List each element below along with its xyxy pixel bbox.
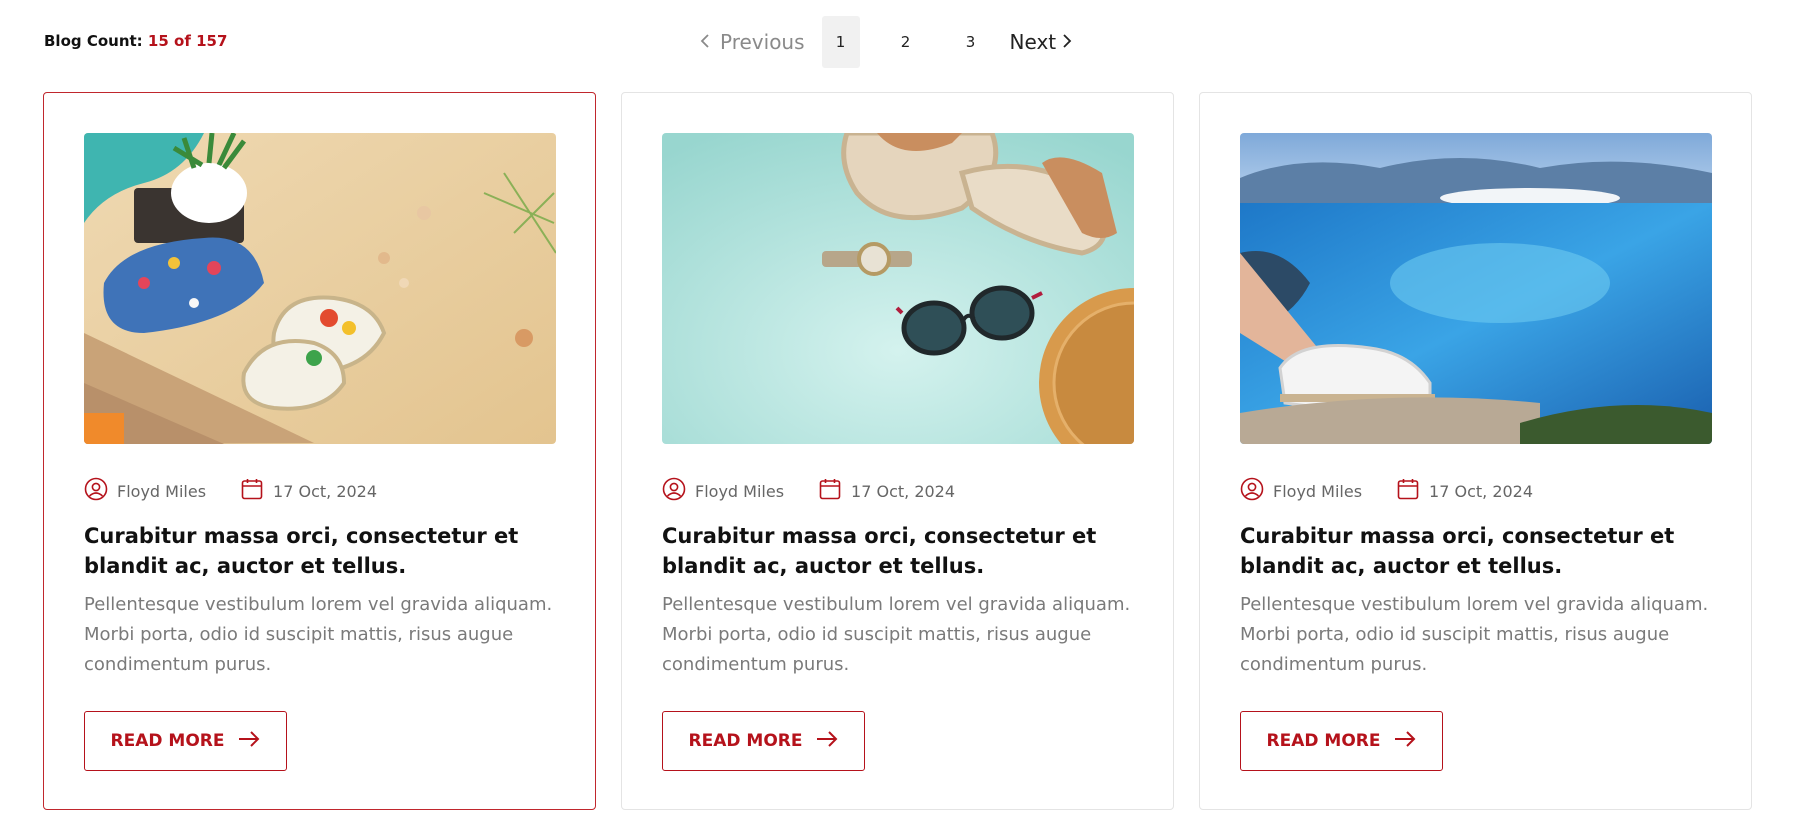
post-date: 17 Oct, 2024: [818, 477, 955, 505]
arrow-right-icon: [816, 730, 838, 752]
post-author-name: Floyd Miles: [117, 481, 207, 501]
post-meta: Floyd Miles 17 Oct, 2024: [1240, 477, 1533, 505]
blog-toolbar: Blog Count: 15 of 157 Previous 1 2 3 Nex…: [0, 0, 1793, 90]
read-more-button[interactable]: READ MORE: [662, 711, 865, 771]
blog-card[interactable]: Floyd Miles 17 Oct, 2024 Curabitur massa…: [1199, 92, 1752, 810]
post-title[interactable]: Curabitur massa orci, consectetur et bla…: [84, 521, 556, 581]
user-circle-icon: [84, 477, 108, 505]
post-author[interactable]: Floyd Miles: [84, 477, 206, 505]
page-1-button[interactable]: 1: [821, 16, 860, 68]
post-excerpt: Pellentesque vestibulum lorem vel gravid…: [662, 594, 1131, 675]
blog-card[interactable]: Floyd Miles 17 Oct, 2024 Curabitur massa…: [621, 92, 1174, 810]
post-date-text: 17 Oct, 2024: [1429, 481, 1534, 501]
blog-count: Blog Count: 15 of 157: [44, 32, 227, 50]
blog-image-sneaker-sea[interactable]: [1240, 133, 1712, 444]
arrow-right-icon: [238, 730, 260, 752]
post-date: 17 Oct, 2024: [1396, 477, 1533, 505]
page-3-button[interactable]: 3: [952, 16, 990, 68]
post-meta: Floyd Miles 17 Oct, 2024: [662, 477, 955, 505]
post-author-name: Floyd Miles: [1273, 481, 1363, 501]
post-date: 17 Oct, 2024: [240, 477, 377, 505]
blog-image-espadrilles[interactable]: [84, 133, 556, 444]
post-author-name: Floyd Miles: [695, 481, 785, 501]
previous-label: Previous: [720, 30, 805, 54]
blog-card-grid: Floyd Miles 17 Oct, 2024 Curabitur massa…: [43, 92, 1752, 810]
previous-page-button[interactable]: Previous: [700, 30, 805, 54]
user-circle-icon: [662, 477, 686, 505]
chevron-left-icon: [700, 30, 710, 54]
blog-card[interactable]: Floyd Miles 17 Oct, 2024 Curabitur massa…: [43, 92, 596, 810]
post-author[interactable]: Floyd Miles: [1240, 477, 1362, 505]
post-meta: Floyd Miles 17 Oct, 2024: [84, 477, 377, 505]
calendar-icon: [240, 477, 264, 505]
calendar-icon: [1396, 477, 1420, 505]
arrow-right-icon: [1394, 730, 1416, 752]
page-2-button[interactable]: 2: [887, 16, 925, 68]
post-excerpt: Pellentesque vestibulum lorem vel gravid…: [84, 594, 553, 675]
post-title[interactable]: Curabitur massa orci, consectetur et bla…: [1240, 521, 1712, 581]
pagination: Previous 1 2 3 Next: [700, 16, 1072, 68]
post-excerpt: Pellentesque vestibulum lorem vel gravid…: [1240, 594, 1709, 675]
blog-count-label: Blog Count:: [44, 32, 143, 50]
read-more-label: READ MORE: [110, 731, 225, 751]
chevron-right-icon: [1062, 30, 1072, 54]
post-date-text: 17 Oct, 2024: [851, 481, 956, 501]
user-circle-icon: [1240, 477, 1264, 505]
calendar-icon: [818, 477, 842, 505]
read-more-button[interactable]: READ MORE: [84, 711, 287, 771]
read-more-label: READ MORE: [1266, 731, 1381, 751]
read-more-label: READ MORE: [688, 731, 803, 751]
next-label: Next: [1009, 30, 1057, 54]
blog-image-accessories[interactable]: [662, 133, 1134, 444]
blog-count-value: 15 of 157: [147, 32, 228, 50]
post-title[interactable]: Curabitur massa orci, consectetur et bla…: [662, 521, 1134, 581]
next-page-button[interactable]: Next: [1010, 30, 1073, 54]
post-author[interactable]: Floyd Miles: [662, 477, 784, 505]
read-more-button[interactable]: READ MORE: [1240, 711, 1443, 771]
post-date-text: 17 Oct, 2024: [273, 481, 378, 501]
